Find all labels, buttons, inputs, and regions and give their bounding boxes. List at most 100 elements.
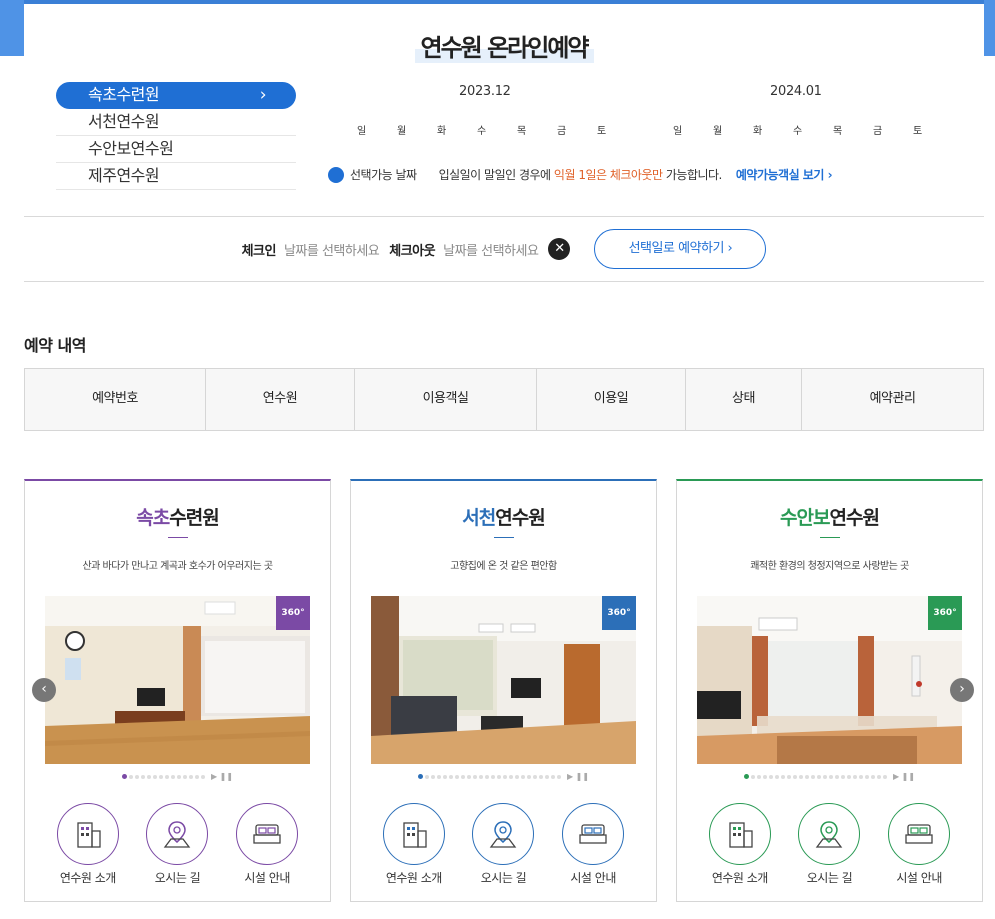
sidebar-item-suanbo[interactable]: 수안보연수원 [56, 136, 296, 163]
slider-prev-button[interactable]: ‹ [32, 678, 56, 702]
bed-icon [888, 803, 951, 865]
checkout-date-field[interactable]: 날짜를 선택하세요 [443, 240, 539, 259]
weekday: 목 [517, 126, 527, 137]
card-title: 수안보연수원 [780, 507, 880, 529]
directions-link[interactable]: 오시는 길 [789, 803, 869, 886]
directions-link[interactable]: 오시는 길 [137, 803, 217, 886]
sidebar-item-jeju[interactable]: 제주연수원 [56, 163, 296, 190]
bed-icon [236, 803, 299, 865]
available-date-dot-icon [328, 166, 344, 183]
checkin-label: 체크인 [241, 243, 277, 259]
calendar-month-2: 2024.01 [770, 84, 822, 99]
link-label: 연수원 소개 [59, 871, 117, 885]
sidebar-item-label: 서천연수원 [88, 112, 160, 131]
weekday: 금 [557, 126, 567, 137]
slider-pagination[interactable]: ▶ ❚❚ [25, 772, 330, 781]
column-header: 연수원 [206, 369, 355, 430]
map-pin-icon [146, 803, 209, 865]
campus-links: 연수원 소개 오시는 길 시설 안내 [25, 803, 330, 886]
room-photo[interactable]: 360° [371, 596, 636, 764]
link-label: 오시는 길 [154, 871, 201, 885]
weekday: 월 [713, 126, 723, 137]
map-pin-icon [472, 803, 535, 865]
divider [24, 281, 984, 282]
link-label: 연수원 소개 [711, 871, 769, 885]
facilities-link[interactable]: 시설 안내 [227, 803, 307, 886]
title-underline [494, 537, 514, 538]
reservation-history-title: 예약 내역 [24, 336, 86, 355]
link-label: 시설 안내 [244, 871, 290, 885]
column-header: 예약관리 [869, 391, 916, 406]
calendar-weekdays-2: 일 월 화 수 목 금 토 [673, 122, 953, 137]
view-available-rooms-link[interactable]: 예약가능객실 보기 › [736, 166, 833, 183]
campus-sidebar: 속초수련원 › 서천연수원 수안보연수원 제주연수원 [56, 82, 296, 190]
weekday: 수 [477, 126, 487, 137]
sidebar-item-seocheon[interactable]: 서천연수원 [56, 109, 296, 136]
top-accent-line [24, 0, 984, 4]
room-photo[interactable]: 360° [697, 596, 962, 764]
campus-intro-link[interactable]: 연수원 소개 [700, 803, 780, 886]
checkout-label: 체크아웃 [389, 243, 436, 259]
play-pause-icon[interactable]: ▶ ❚❚ [567, 772, 589, 781]
checkout-note: 입실일이 말일인 경우에 익월 1일은 체크아웃만 가능합니다. [438, 168, 723, 182]
divider [24, 216, 984, 217]
weekday: 일 [673, 126, 683, 137]
checkin-bar: 체크인 날짜를 선택하세요 체크아웃 날짜를 선택하세요 ✕ 선택일로 예약하기… [24, 229, 984, 269]
slider-pagination[interactable]: ▶ ❚❚ [351, 772, 656, 781]
building-icon [708, 803, 771, 865]
weekday: 금 [873, 126, 883, 137]
reservation-history-table-header: 예약번호 연수원 이용객실 이용일 상태 예약관리 [24, 368, 984, 431]
building-icon [56, 803, 119, 865]
calendar-legend: 선택가능 날짜 입실일이 말일인 경우에 익월 1일은 체크아웃만 가능합니다.… [328, 166, 833, 183]
calendar-weekdays-1: 일 월 화 수 목 금 토 [357, 122, 637, 137]
bed-icon [562, 803, 625, 865]
campus-card-seocheon: 서천연수원 고향집에 온 것 같은 편안함 360° ▶ ❚❚ 연수원 소개 오… [350, 479, 657, 902]
facilities-link[interactable]: 시설 안내 [879, 803, 959, 886]
directions-link[interactable]: 오시는 길 [463, 803, 543, 886]
360-view-icon[interactable]: 360° [928, 596, 962, 630]
card-title: 서천연수원 [462, 507, 545, 529]
campus-links: 연수원 소개 오시는 길 시설 안내 [351, 803, 656, 886]
building-icon [382, 803, 445, 865]
reserve-selected-dates-button[interactable]: 선택일로 예약하기 › [594, 229, 767, 269]
campus-card-suanbo: 수안보연수원 쾌적한 환경의 청정지역으로 사랑받는 곳 360° ▶ ❚❚ 연… [676, 479, 983, 902]
campus-card-sokcho: 속초수련원 산과 바다가 만나고 계곡과 호수가 어우러지는 곳 360° ▶ … [24, 479, 331, 902]
page-title: 연수원 온라인예약 [24, 28, 984, 63]
card-title: 속초수련원 [136, 507, 219, 529]
campus-intro-link[interactable]: 연수원 소개 [374, 803, 454, 886]
link-label: 연수원 소개 [385, 871, 443, 885]
calendar-month-1: 2023.12 [459, 84, 511, 99]
sidebar-item-label: 제주연수원 [88, 166, 160, 185]
weekday: 일 [357, 126, 367, 137]
facilities-link[interactable]: 시설 안내 [553, 803, 633, 886]
weekday: 목 [833, 126, 843, 137]
link-label: 오시는 길 [806, 871, 853, 885]
weekday: 토 [597, 126, 607, 137]
card-subtitle: 산과 바다가 만나고 계곡과 호수가 어우러지는 곳 [82, 561, 273, 572]
play-pause-icon[interactable]: ▶ ❚❚ [211, 772, 233, 781]
link-label: 시설 안내 [896, 871, 942, 885]
title-underline [820, 537, 840, 538]
360-view-icon[interactable]: 360° [602, 596, 636, 630]
campus-intro-link[interactable]: 연수원 소개 [48, 803, 128, 886]
column-header: 이용일 [537, 369, 686, 430]
checkin-date-field[interactable]: 날짜를 선택하세요 [284, 240, 380, 259]
card-subtitle: 고향집에 온 것 같은 편안함 [450, 561, 557, 572]
link-label: 오시는 길 [480, 871, 527, 885]
weekday: 수 [793, 126, 803, 137]
weekday: 토 [913, 126, 923, 137]
clear-dates-button[interactable]: ✕ [548, 238, 571, 260]
slider-next-button[interactable]: › [950, 678, 974, 702]
360-view-icon[interactable]: 360° [276, 596, 310, 630]
map-pin-icon [798, 803, 861, 865]
checkout-note-highlight: 익월 1일은 체크아웃만 [553, 168, 663, 182]
slider-pagination[interactable]: ▶ ❚❚ [677, 772, 982, 781]
column-header: 상태 [686, 369, 802, 430]
card-subtitle: 쾌적한 환경의 청정지역으로 사랑받는 곳 [750, 561, 909, 572]
play-pause-icon[interactable]: ▶ ❚❚ [893, 772, 915, 781]
column-header: 예약번호 [25, 369, 206, 430]
sidebar-item-sokcho[interactable]: 속초수련원 › [56, 82, 296, 109]
weekday: 화 [753, 126, 763, 137]
room-photo[interactable]: 360° [45, 596, 310, 764]
campus-links: 연수원 소개 오시는 길 시설 안내 [677, 803, 982, 886]
